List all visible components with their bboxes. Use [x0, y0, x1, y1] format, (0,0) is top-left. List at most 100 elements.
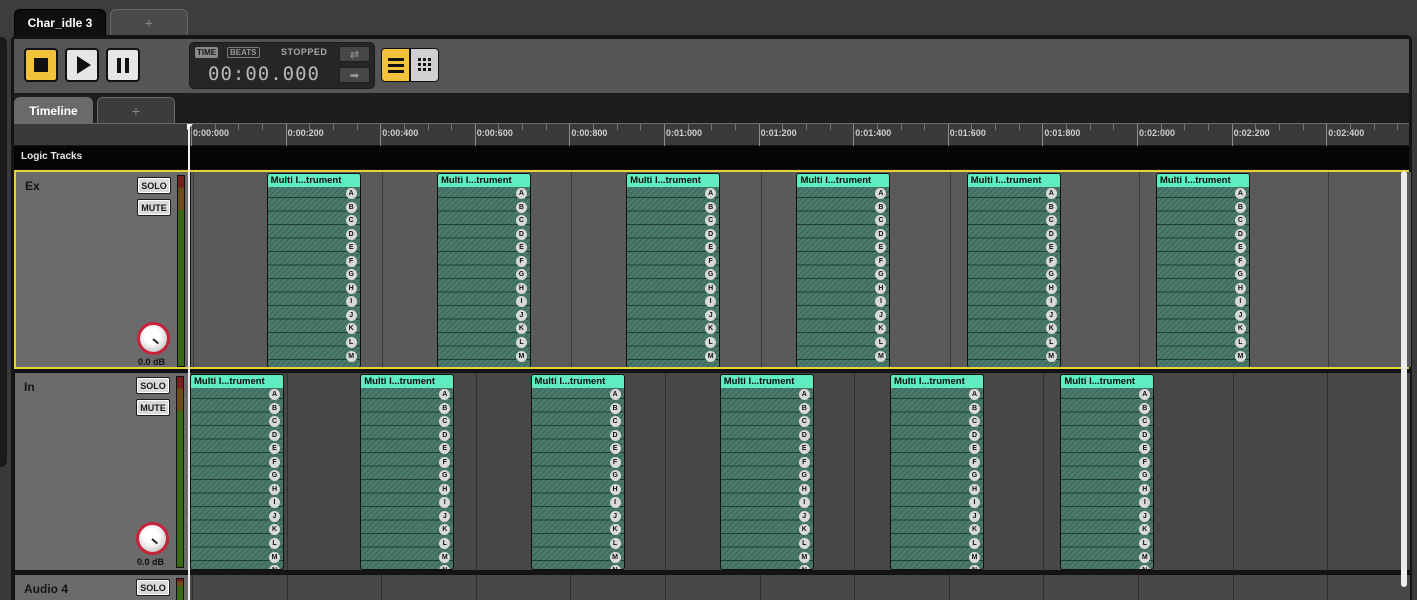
follow-playhead-button[interactable]: ➡	[339, 67, 370, 83]
ruler-minor-tick	[1113, 124, 1115, 130]
ruler-minor-tick	[522, 124, 524, 130]
clip-key-label: C	[515, 215, 527, 227]
instrument-clip[interactable]: Multi I...trumentABCDEFGHIJKLMN	[190, 374, 284, 570]
clip-key-label: C	[1045, 215, 1057, 227]
clip-key-label: C	[798, 416, 810, 428]
lane-gridline	[1138, 575, 1139, 600]
clip-key-label: A	[1139, 389, 1151, 400]
mute-button[interactable]: MUTE	[136, 399, 170, 416]
clip-key-label: A	[609, 389, 621, 400]
instrument-clip[interactable]: Multi I...trumentABCDEFGHIJKLMN	[530, 374, 625, 570]
ruler-major-tick	[664, 124, 665, 146]
clip-key-label: E	[1139, 443, 1151, 455]
pause-button[interactable]	[106, 48, 140, 82]
ruler-label: 0:01:800	[1044, 128, 1081, 138]
tab-char-idle-3[interactable]: Char_idle 3	[14, 9, 106, 36]
vertical-scrollbar[interactable]	[1401, 171, 1407, 587]
instrument-clip[interactable]: Multi I...trument A B C D E F G H I J K L M	[626, 173, 721, 367]
clip-key-label: E	[609, 443, 621, 455]
ruler-label: 0:01:400	[855, 128, 892, 138]
grid-view-button[interactable]	[410, 48, 439, 82]
instrument-clip[interactable]: Multi I...trument A B C D E F G H I J K L M	[1155, 173, 1250, 367]
tab-timeline[interactable]: Timeline	[14, 97, 93, 124]
loop-button[interactable]: ⇄	[339, 46, 370, 62]
beats-mode-toggle[interactable]: BEATS	[227, 47, 260, 58]
stop-button[interactable]	[24, 48, 58, 82]
clip-key-label: F	[609, 456, 621, 468]
clip-key-label: D	[1045, 228, 1057, 240]
clip-key-label: H	[1234, 282, 1246, 294]
track-ex[interactable]: Ex SOLO MUTE 0.0 dB Multi I...trument A B C D E F G…	[14, 170, 1411, 369]
track-in[interactable]: In SOLO MUTE 0.0 dB Multi I...trument A B C D E F G…	[14, 372, 1410, 571]
ruler-minor-tick	[214, 124, 216, 130]
play-button[interactable]	[65, 48, 99, 82]
instrument-clip[interactable]: Multi I...trumentABCDEFGHIJKLMN	[360, 374, 455, 570]
instrument-clip[interactable]: Multi I...trument A B C D E F G H I J K L M	[266, 173, 361, 367]
playhead-handle[interactable]	[187, 124, 193, 130]
clip-key-label: I	[439, 497, 451, 509]
ruler-minor-tick	[1373, 124, 1375, 130]
lane-gridline	[948, 575, 950, 600]
instrument-clip[interactable]: Multi I...trumentABCDEFGHIJKLMN	[1060, 374, 1155, 570]
clip-key-label: K	[515, 323, 527, 335]
track-lane[interactable]: Multi I...trumentABCDEFGHIJKLMN Multi I..…	[190, 373, 1410, 570]
clip-key-label: I	[705, 296, 717, 308]
lane-gridline	[193, 172, 194, 367]
clip-key-label: B	[969, 402, 981, 414]
add-timeline-tab-button[interactable]: +	[97, 97, 175, 124]
track-header[interactable]: Audio 4 SOLO	[15, 575, 188, 600]
clip-key-label: L	[798, 538, 810, 550]
add-document-tab-button[interactable]: +	[110, 9, 188, 36]
instrument-clip[interactable]: Multi I...trument A B C D E F G H I J K L M	[436, 173, 531, 367]
solo-button[interactable]: SOLO	[137, 177, 171, 194]
time-display: TIME BEATS STOPPED 00:00.000 ⇄ ➡	[189, 42, 375, 89]
ruler-minor-tick	[1278, 124, 1280, 130]
track-lane[interactable]: Multi I...trument A B C D E F G H I J K L M Multi I...…	[191, 172, 1411, 367]
clip-key-label: L	[515, 337, 527, 349]
track-name: In	[24, 380, 35, 394]
play-icon	[76, 56, 91, 74]
clip-key-label: H	[705, 282, 717, 294]
clip-key-label: K	[609, 524, 621, 536]
lane-gridline	[1043, 575, 1045, 600]
ruler-minor-tick	[1160, 124, 1162, 130]
track-lane[interactable]	[190, 575, 1410, 600]
clip-key-label: G	[609, 470, 621, 482]
ruler-minor-tick	[1349, 124, 1351, 130]
clip-key-label: M	[609, 551, 621, 563]
track-header[interactable]: In SOLO MUTE 0.0 dB	[15, 373, 188, 570]
clip-key-label: I	[269, 497, 280, 509]
instrument-clip[interactable]: Multi I...trumentABCDEFGHIJKLMN	[719, 374, 814, 570]
instrument-clip[interactable]: Multi I...trument A B C D E F G H I J K L M	[966, 173, 1061, 367]
ruler-minor-tick	[971, 124, 973, 130]
solo-button[interactable]: SOLO	[136, 377, 170, 394]
level-meter	[177, 175, 185, 367]
clip-key-label: F	[705, 255, 717, 267]
ruler-label: 0:02:200	[1233, 128, 1270, 138]
solo-button[interactable]: SOLO	[136, 579, 170, 596]
clip-key-label: A	[269, 389, 280, 400]
clip-key-label: H	[345, 282, 357, 294]
gain-knob[interactable]	[136, 522, 169, 555]
ruler-minor-tick	[1302, 124, 1304, 130]
list-view-button[interactable]	[381, 48, 410, 82]
clip-key-label: F	[1234, 255, 1246, 267]
instrument-clip[interactable]: Multi I...trumentABCDEFGHIJKLMN	[890, 374, 985, 570]
clip-key-label: N	[1139, 565, 1151, 569]
clip-key-label: D	[705, 228, 717, 240]
clip-key-label: B	[269, 402, 280, 414]
instrument-clip[interactable]: Multi I...trument A B C D E F G H I J K L M	[796, 173, 891, 367]
clip-key-label: E	[705, 242, 717, 254]
gain-knob[interactable]	[137, 322, 170, 355]
track-header[interactable]: Ex SOLO MUTE 0.0 dB	[16, 172, 189, 367]
time-mode-toggle[interactable]: TIME	[195, 47, 219, 58]
clip-key-label: M	[345, 350, 357, 362]
ruler-minor-tick	[238, 124, 240, 130]
mute-button[interactable]: MUTE	[137, 199, 171, 216]
playhead[interactable]	[188, 124, 190, 600]
clip-key-label: B	[705, 201, 717, 213]
track-audio-4[interactable]: Audio 4 SOLO	[14, 574, 1410, 600]
time-ruler[interactable]: 0:00:000 0:00:200 0:00:400 0:00:600 0:00:800…	[189, 123, 1409, 146]
lane-gridline	[475, 575, 477, 600]
ruler-minor-tick	[1255, 124, 1257, 130]
